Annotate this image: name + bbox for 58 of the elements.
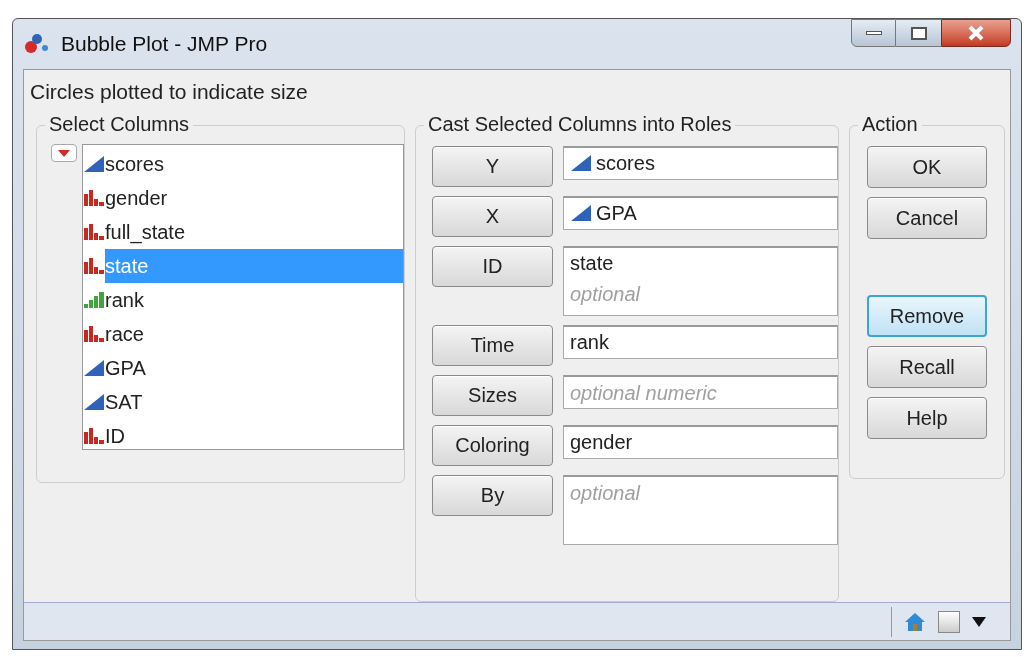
close-icon — [967, 25, 985, 41]
role-field[interactable]: scores — [563, 146, 838, 180]
bar-chart-icon — [83, 257, 105, 275]
field-value: GPA — [596, 201, 637, 226]
column-list-item[interactable]: scores — [105, 147, 403, 181]
continuous-icon — [83, 155, 105, 173]
column-list[interactable]: scores gender full_state state rank race GPA SAT ID — [82, 144, 404, 450]
role-button[interactable]: Coloring — [432, 425, 553, 466]
field-placeholder: optional — [570, 481, 642, 506]
action-button[interactable]: Recall — [867, 346, 987, 388]
field-value: gender — [570, 430, 633, 455]
column-list-item[interactable]: GPA — [105, 351, 403, 385]
action-button[interactable]: OK — [867, 146, 987, 188]
role-button[interactable]: Time — [432, 325, 553, 366]
description-text: Circles plotted to indicate size — [29, 79, 309, 105]
role-button[interactable]: By — [432, 475, 553, 516]
bar-chart-icon — [83, 189, 105, 207]
field-value: state — [570, 251, 614, 276]
role-field[interactable]: GPA — [563, 196, 838, 230]
home-icon[interactable] — [904, 611, 926, 632]
dropdown-button[interactable] — [51, 144, 77, 162]
dropdown-arrow-icon[interactable] — [972, 616, 986, 627]
action-button[interactable]: Remove — [867, 295, 987, 337]
role-button[interactable]: Sizes — [432, 375, 553, 416]
action-button[interactable]: Cancel — [867, 197, 987, 239]
maximize-icon — [910, 26, 927, 40]
continuous-icon — [83, 393, 105, 411]
role-field[interactable]: rank — [563, 325, 838, 359]
field-value: scores — [596, 151, 655, 176]
dropdown-triangle-icon — [58, 149, 70, 157]
field-value: rank — [570, 330, 609, 355]
checkbox-icon[interactable] — [938, 610, 960, 633]
role-button[interactable]: Y — [432, 146, 553, 187]
continuous-icon — [83, 359, 105, 377]
field-placeholder: optional — [570, 282, 642, 307]
bar-chart-icon — [83, 325, 105, 343]
role-button[interactable]: ID — [432, 246, 553, 287]
window-title: Bubble Plot - JMP Pro — [61, 31, 268, 58]
role-button[interactable]: X — [432, 196, 553, 237]
minimize-icon — [865, 31, 882, 35]
column-list-item[interactable]: SAT — [105, 385, 403, 419]
minimize-button[interactable] — [851, 19, 896, 47]
role-field[interactable]: gender — [563, 425, 838, 459]
continuous-icon — [570, 154, 592, 172]
field-placeholder: optional numeric — [570, 381, 718, 406]
column-list-item[interactable]: ID — [105, 419, 403, 453]
column-list-item[interactable]: full_state — [105, 215, 403, 249]
action-button[interactable]: Help — [867, 397, 987, 439]
bar-chart-icon — [83, 291, 105, 309]
role-field[interactable]: state optional — [563, 246, 838, 316]
column-list-item[interactable]: rank — [105, 283, 403, 317]
maximize-button[interactable] — [896, 19, 941, 47]
bar-chart-icon — [83, 427, 105, 445]
close-button[interactable] — [941, 19, 1011, 47]
column-list-item[interactable]: race — [105, 317, 403, 351]
bar-chart-icon — [83, 223, 105, 241]
continuous-icon — [570, 204, 592, 222]
column-list-item[interactable]: gender — [105, 181, 403, 215]
